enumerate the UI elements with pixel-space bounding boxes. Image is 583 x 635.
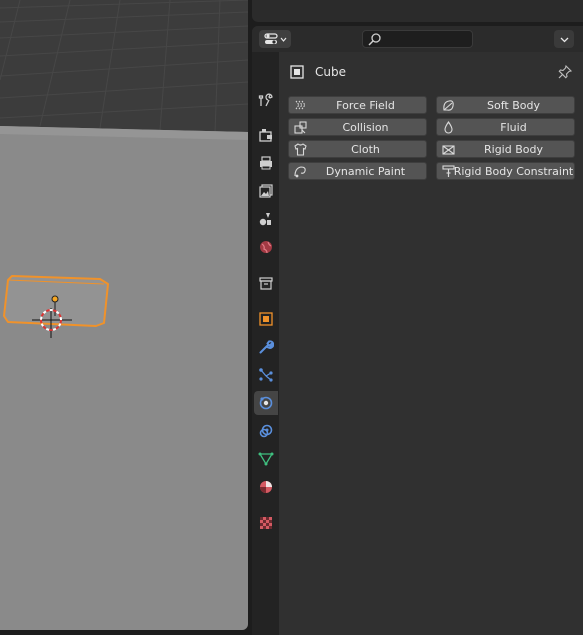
tab-texture[interactable]	[254, 511, 278, 535]
force-field-button[interactable]: Force Field	[288, 96, 427, 114]
button-label: Cloth	[351, 142, 380, 156]
particles-icon	[259, 368, 273, 382]
scene-icon	[259, 213, 271, 226]
tab-output[interactable]	[254, 151, 278, 175]
properties-header	[252, 26, 583, 52]
render-icon	[259, 129, 272, 142]
pin-icon[interactable]	[557, 64, 573, 80]
texture-icon	[260, 517, 272, 529]
output-icon	[260, 156, 272, 170]
mesh-data-icon	[258, 452, 274, 466]
tab-render[interactable]	[254, 123, 278, 147]
properties-tabs	[252, 52, 279, 635]
properties-editor: Cube Force Field Collision Cloth Dynamic…	[252, 26, 583, 635]
collision-icon	[294, 121, 307, 134]
tab-tool[interactable]	[254, 88, 278, 112]
tab-data[interactable]	[254, 447, 278, 471]
button-label: Fluid	[500, 120, 527, 134]
button-label: Force Field	[336, 98, 395, 112]
material-icon	[260, 481, 272, 493]
tab-modifiers[interactable]	[254, 335, 278, 359]
outliner-area-edge	[252, 0, 583, 22]
search-icon	[368, 33, 381, 46]
button-label: Rigid Body	[484, 142, 543, 156]
3d-viewport[interactable]	[0, 0, 248, 630]
fluid-button[interactable]: Fluid	[436, 118, 575, 136]
soft-body-button[interactable]: Soft Body	[436, 96, 575, 114]
button-label: Dynamic Paint	[325, 164, 406, 178]
dynamic-paint-button[interactable]: Dynamic Paint	[288, 162, 427, 180]
soft-body-icon	[443, 100, 454, 111]
fluid-icon	[444, 121, 453, 134]
dynamic-paint-icon	[294, 166, 306, 178]
tab-material[interactable]	[254, 475, 278, 499]
tab-particles[interactable]	[254, 363, 278, 387]
constraints-icon	[259, 424, 273, 438]
tab-constraints[interactable]	[254, 419, 278, 443]
rigid-body-button[interactable]: Rigid Body	[436, 140, 575, 158]
context-object-row: Cube	[289, 62, 575, 82]
object-name: Cube	[315, 65, 346, 79]
properties-editor-icon	[263, 33, 278, 44]
editor-type-selector[interactable]	[259, 30, 291, 48]
tab-collection[interactable]	[254, 271, 278, 295]
search-field[interactable]	[362, 30, 473, 48]
object-icon	[290, 65, 304, 79]
tab-scene[interactable]	[254, 207, 278, 231]
tab-view-layer[interactable]	[254, 179, 278, 203]
rigid-body-constraint-icon	[442, 165, 455, 177]
tool-icon	[258, 93, 273, 107]
collection-icon	[259, 277, 273, 290]
button-label: Rigid Body Constraint	[453, 164, 574, 178]
button-label: Collision	[342, 120, 389, 134]
rigid-body-icon	[442, 145, 455, 155]
cloth-icon	[294, 143, 307, 156]
physics-panel: Cube Force Field Collision Cloth Dynamic…	[279, 52, 583, 635]
tab-physics[interactable]	[254, 391, 278, 415]
chevron-down-icon	[560, 37, 568, 42]
button-label: Soft Body	[487, 98, 540, 112]
physics-icon	[259, 396, 273, 410]
viewport-scene	[0, 0, 248, 630]
rigid-body-constraint-button[interactable]: Rigid Body Constraint	[436, 162, 575, 180]
wrench-icon	[259, 340, 274, 354]
world-icon	[260, 241, 272, 254]
tab-object[interactable]	[254, 307, 278, 331]
collision-button[interactable]: Collision	[288, 118, 427, 136]
force-field-icon	[295, 100, 306, 110]
view-layer-icon	[259, 184, 273, 198]
cloth-button[interactable]: Cloth	[288, 140, 427, 158]
tab-world[interactable]	[254, 235, 278, 259]
chevron-down-icon	[280, 37, 286, 42]
options-dropdown-button[interactable]	[554, 30, 574, 48]
object-icon	[259, 312, 273, 326]
